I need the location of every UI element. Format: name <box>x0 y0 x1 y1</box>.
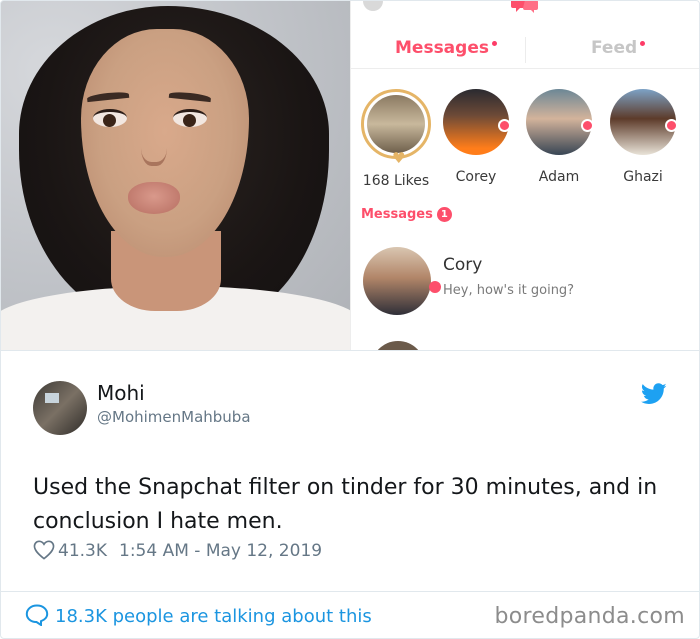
talking-link[interactable]: 18.3K people are talking about this <box>25 604 372 627</box>
heart-icon[interactable] <box>33 540 55 560</box>
new-matches-row: ♥ 168 Likes Corey Adam Ghazi <box>351 89 699 189</box>
conversation-row[interactable]: Cory Hey, how's it going? <box>359 247 699 317</box>
selfie-photo <box>1 1 350 350</box>
tweet-card: Messages Feed ♥ 168 Likes Corey Adam Gha… <box>0 0 700 639</box>
tweet-timestamp[interactable]: 1:54 AM - May 12, 2019 <box>119 541 322 561</box>
match-name: 168 Likes <box>362 173 430 189</box>
tweet-text: Used the Snapchat filter on tinder for 3… <box>33 475 658 534</box>
conversation-name: Cory <box>443 255 483 275</box>
avatar[interactable] <box>33 381 87 435</box>
conversation-preview: Hey, how's it going? <box>443 283 575 298</box>
heart-badge-icon: ♥ <box>392 149 406 167</box>
speech-bubble-icon <box>25 604 49 626</box>
tweet-body: Mohi @MohimenMahbuba Used the Snapchat f… <box>1 351 699 591</box>
profile-icon <box>363 1 383 11</box>
user-name[interactable]: Mohi <box>97 381 145 405</box>
avatar <box>371 341 425 350</box>
tweet-media[interactable]: Messages Feed ♥ 168 Likes Corey Adam Gha… <box>1 1 699 351</box>
messages-header: Messages 1 <box>361 207 452 222</box>
avatar <box>363 247 431 315</box>
match-adam[interactable]: Adam <box>519 89 599 185</box>
messages-count-badge: 1 <box>436 207 452 222</box>
tinder-tabs: Messages Feed <box>351 33 699 69</box>
match-ghazi[interactable]: Ghazi <box>603 89 683 185</box>
talking-text: 18.3K people are talking about this <box>55 606 372 627</box>
match-name: Ghazi <box>623 169 663 185</box>
boredpanda-watermark: boredpanda.com <box>494 604 685 629</box>
user-handle[interactable]: @MohimenMahbuba <box>97 408 251 426</box>
unread-dot <box>429 281 441 293</box>
tinder-screenshot: Messages Feed ♥ 168 Likes Corey Adam Gha… <box>350 1 699 350</box>
tab-feed[interactable]: Feed <box>591 38 646 58</box>
like-count[interactable]: 41.3K <box>58 541 107 561</box>
tweet-footer: 18.3K people are talking about this bore… <box>1 591 699 638</box>
tweet-meta: 41.3K 1:54 AM - May 12, 2019 <box>33 540 322 561</box>
twitter-bird-icon[interactable] <box>641 383 667 405</box>
match-name: Corey <box>455 169 497 185</box>
tab-messages[interactable]: Messages <box>395 38 497 58</box>
match-name: Adam <box>538 169 580 185</box>
chat-logo-icon <box>511 1 538 13</box>
match-likes[interactable]: ♥ 168 Likes <box>356 89 436 189</box>
match-corey[interactable]: Corey <box>436 89 516 185</box>
